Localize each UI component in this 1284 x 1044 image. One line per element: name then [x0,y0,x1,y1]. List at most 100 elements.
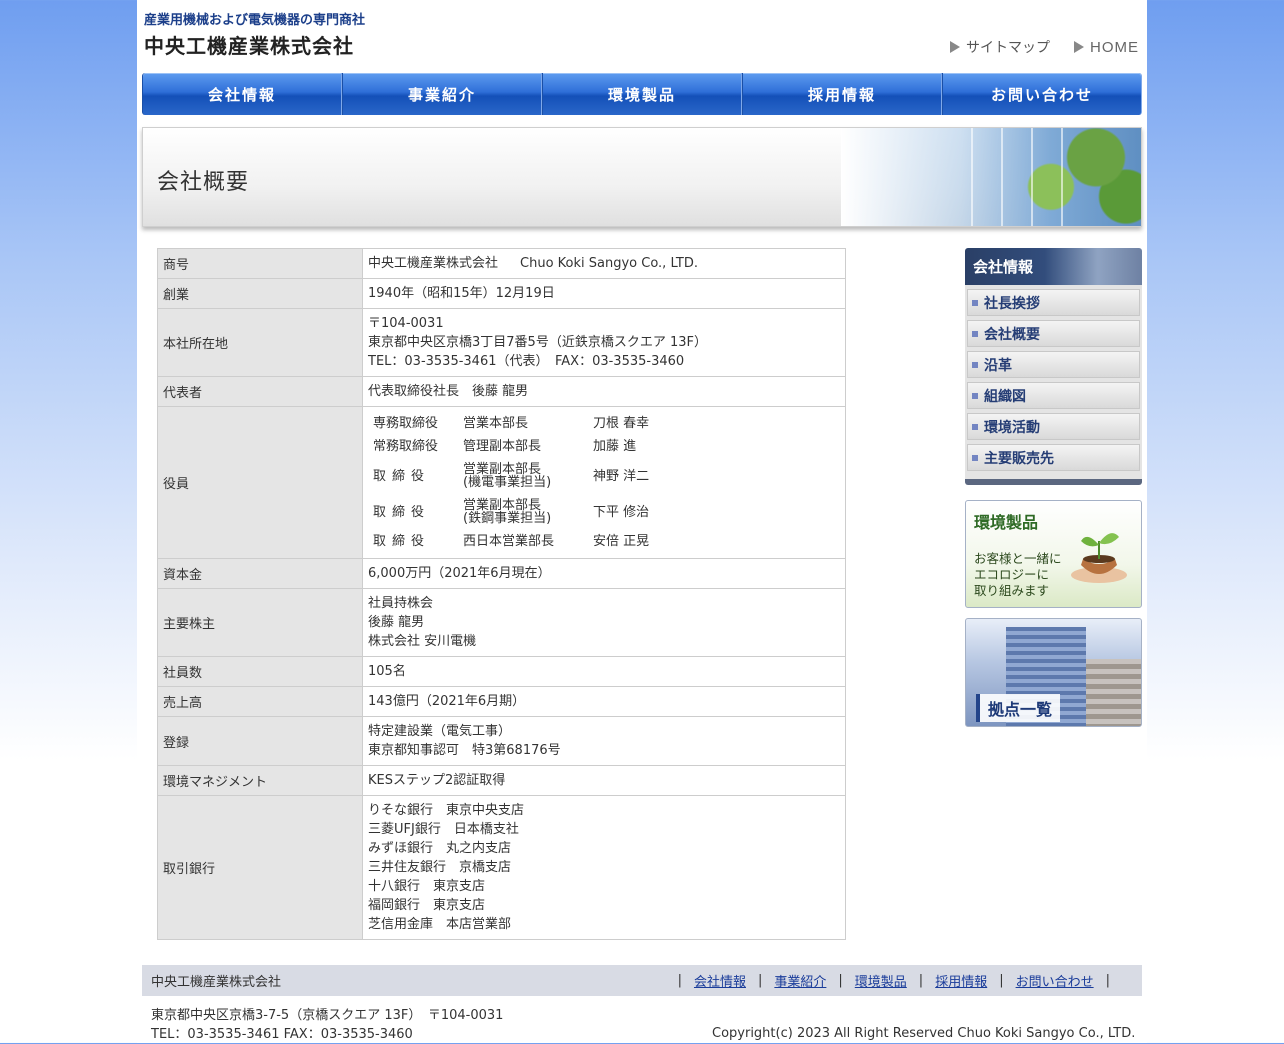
officer-dept: 営業本部長 [463,412,593,435]
row-value: KESステップ2認証取得 [362,765,846,796]
registration-item: 東京都知事認可 特3第68176号 [368,743,561,758]
officer-dept: 営業副本部長 (鉄鋼事業担当) [463,494,593,530]
sidebar-item-greeting[interactable]: 社長挨拶 [967,289,1140,316]
square-bullet-icon [972,330,978,337]
bank-item: 芝信用金庫 本店営業部 [368,917,512,932]
footer-address-block: 東京都中央区京橋3-7-5（京橋スクエア 13F） 〒104-0031 TEL：… [151,1006,503,1044]
row-label: 創業 [157,278,363,309]
officer-title: 取締役 [368,530,463,553]
officer-name: 安倍 正晃 [593,530,650,553]
hq-phone: TEL：03-3535-3461（代表） FAX：03-3535-3460 [368,354,685,369]
footer-phone: TEL：03-3535-3461 FAX：03-3535-3460 [151,1027,413,1042]
officer-row: 取締役 西日本営業部長 安倍 正晃 [368,530,650,553]
sidebar-item-label: 環境活動 [984,419,1040,436]
top-links: サイトマップ HOME [950,37,1139,57]
sidebar-item-customers[interactable]: 主要販売先 [967,444,1140,471]
row-value: 1940年（昭和15年）12月19日 [362,278,846,309]
row-label: 役員 [157,406,363,559]
footer-bar: 中央工機産業株式会社 | 会社情報 | 事業紹介 | 環境製品 | 採用情報 |… [142,965,1142,996]
table-row: 売上高 143億円（2021年6月期） [157,686,846,717]
footer-link-eco-products[interactable]: 環境製品 [847,971,915,990]
home-link[interactable]: HOME [1074,37,1139,57]
eco-banner-title: 環境製品 [974,513,1039,532]
company-logo[interactable]: 中央工機産業株式会社 [144,30,354,59]
officer-name: 神野 洋二 [593,458,650,494]
row-value: 105名 [362,656,846,687]
page-banner: 会社概要 [142,127,1142,227]
footer-separator: | [1105,973,1110,988]
nav-business[interactable]: 事業紹介 [342,73,542,115]
footer-link-company-info[interactable]: 会社情報 [686,971,754,990]
page-container: 産業用機械および電気機器の専門商社 中央工機産業株式会社 サイトマップ HOME… [137,0,1147,1043]
row-label: 本社所在地 [157,308,363,377]
sprout-in-hands-icon [1071,533,1127,583]
footer-link-recruit[interactable]: 採用情報 [927,971,995,990]
nav-company-info[interactable]: 会社情報 [142,73,342,115]
footer-company-name: 中央工機産業株式会社 [151,975,282,990]
bank-item: 三井住友銀行 京橋支店 [368,860,512,875]
officers-list: 専務取締役 営業本部長 刀根 春幸 常務取締役 管理副本部長 加藤 進 取締役 … [368,412,650,553]
table-row: 主要株主 社員持株会 後藤 龍男 株式会社 安川電機 [157,588,846,657]
row-label: 商号 [157,248,363,279]
sidebar-item-label: 会社概要 [984,326,1040,343]
footer-separator: | [999,973,1004,988]
locations-banner[interactable]: 拠点一覧 [965,618,1142,727]
officer-title: 常務取締役 [368,435,463,458]
sidebar-heading: 会社情報 [965,248,1142,285]
shareholder: 後藤 龍男 [368,615,425,630]
officer-title: 専務取締役 [368,412,463,435]
row-label: 登録 [157,716,363,766]
registration-item: 特定建設業（電気工事） [368,724,512,739]
footer-link-contact[interactable]: お問い合わせ [1008,971,1102,990]
nav-contact[interactable]: お問い合わせ [942,73,1142,115]
footer-nav: | 会社情報 | 事業紹介 | 環境製品 | 採用情報 | お問い合わせ | [674,971,1142,990]
copyright: Copyright(c) 2023 All Right Reserved Chu… [712,1026,1136,1041]
footer-separator: | [918,973,924,988]
row-label: 環境マネジメント [157,765,363,796]
sidebar-item-org-chart[interactable]: 組織図 [967,382,1140,409]
table-row: 代表者 代表取締役社長 後藤 龍男 [157,376,846,407]
footer-link-business[interactable]: 事業紹介 [766,971,834,990]
bank-item: 三菱UFJ銀行 日本橋支社 [368,822,519,837]
officer-dept-line: 営業本部長 [463,416,529,431]
officer-name: 加藤 進 [593,435,650,458]
bank-item: 十八銀行 東京支店 [368,879,486,894]
row-value: 6,000万円（2021年6月現在） [362,558,846,589]
row-label: 社員数 [157,656,363,687]
officer-name: 刀根 春幸 [593,412,650,435]
hq-address: 東京都中央区京橋3丁目7番5号（近鉄京橋スクエア 13F） [368,335,707,350]
square-bullet-icon [972,392,978,399]
nav-eco-products[interactable]: 環境製品 [542,73,742,115]
sidebar-item-overview[interactable]: 会社概要 [967,320,1140,347]
square-bullet-icon [972,361,978,368]
table-row: 登録 特定建設業（電気工事） 東京都知事認可 特3第68176号 [157,716,846,766]
officer-title: 取締役 [368,494,463,530]
footer-separator: | [677,973,682,988]
officer-dept: 管理副本部長 [463,435,593,458]
table-row: 商号 中央工機産業株式会社 Chuo Koki Sangyo Co., LTD. [157,248,846,279]
sidebar-item-label: 主要販売先 [984,450,1054,467]
page-title: 会社概要 [157,170,250,195]
table-row: 社員数 105名 [157,656,846,687]
sidebar-item-environment[interactable]: 環境活動 [967,413,1140,440]
eco-banner-text: お客様と一緒に エコロジーに 取り組みます [974,551,1062,599]
row-value: 〒104-0031 東京都中央区京橋3丁目7番5号（近鉄京橋スクエア 13F） … [362,308,846,377]
eco-products-banner[interactable]: 環境製品 お客様と一緒に エコロジーに 取り組みます [965,500,1142,608]
sidebar-item-label: 沿革 [984,357,1012,374]
sidebar-item-label: 組織図 [984,388,1026,405]
trade-name-ja: 中央工機産業株式会社 [368,256,499,271]
table-row: 資本金 6,000万円（2021年6月現在） [157,558,846,589]
officer-dept-note: (鉄鋼事業担当) [463,511,552,526]
footer-separator: | [838,973,843,988]
sidebar-item-history[interactable]: 沿革 [967,351,1140,378]
sitemap-link[interactable]: サイトマップ [950,37,1050,57]
officer-dept: 西日本営業部長 [463,530,593,553]
locations-banner-label: 拠点一覧 [976,694,1061,722]
row-label: 主要株主 [157,588,363,657]
row-label: 売上高 [157,686,363,717]
row-value: 特定建設業（電気工事） 東京都知事認可 特3第68176号 [362,716,846,766]
square-bullet-icon [972,423,978,430]
footer-separator: | [757,973,763,988]
square-bullet-icon [972,299,978,306]
nav-recruit[interactable]: 採用情報 [742,73,942,115]
